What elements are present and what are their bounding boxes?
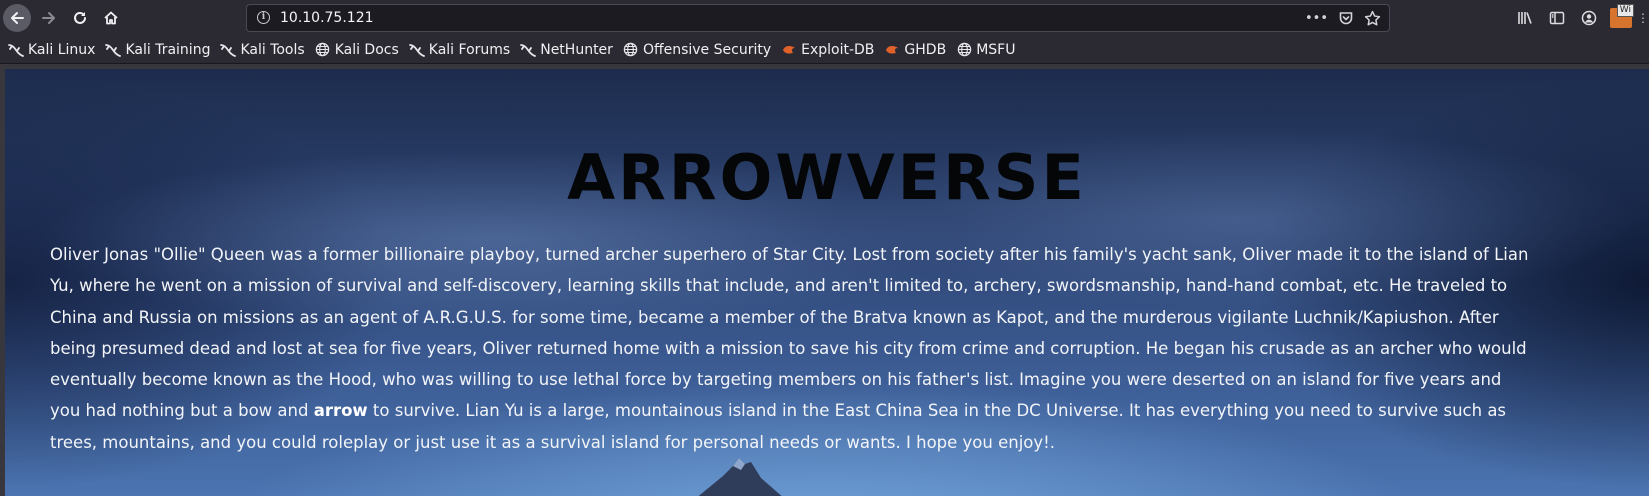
- forward-button[interactable]: [35, 4, 63, 32]
- bookmark-kali-forums[interactable]: Kali Forums: [408, 41, 511, 58]
- bookmark-offensive-security[interactable]: Offensive Security: [623, 42, 771, 58]
- globe-icon: [315, 42, 331, 58]
- bookmark-label: MSFU: [976, 41, 1016, 58]
- kali-dragon-icon: [408, 42, 425, 58]
- kali-dragon-icon: [105, 42, 122, 58]
- bookmark-label: GHDB: [904, 41, 947, 58]
- bookmark-msfu[interactable]: MSFU: [956, 42, 1015, 58]
- home-button[interactable]: [97, 4, 125, 32]
- library-icon[interactable]: [1509, 0, 1541, 36]
- bookmarks-bar: Kali Linux Kali Training Kali Tools Kali…: [0, 36, 1649, 64]
- bookmark-label: Kali Docs: [334, 41, 399, 58]
- bookmark-label: Kali Tools: [240, 41, 305, 58]
- bookmark-kali-linux[interactable]: Kali Linux: [8, 42, 95, 58]
- exploit-db-icon: [781, 42, 797, 58]
- url-bar[interactable]: i 10.10.75.121 •••: [246, 4, 1390, 32]
- pocket-icon[interactable]: [1338, 10, 1354, 26]
- page-title: ARROWVERSE: [567, 141, 1087, 214]
- arrow-left-icon: [11, 12, 24, 24]
- overflow-menu-icon[interactable]: ⋮: [1637, 0, 1649, 36]
- bookmark-label: Kali Forums: [428, 41, 511, 58]
- extension-button[interactable]: Wi: [1605, 0, 1637, 36]
- exploit-db-icon: [884, 42, 900, 58]
- bookmark-nethunter[interactable]: NetHunter: [520, 42, 613, 58]
- back-button[interactable]: [3, 4, 31, 32]
- url-actions: •••: [1305, 5, 1381, 31]
- account-icon[interactable]: [1573, 0, 1605, 36]
- wappalyzer-icon: Wi: [1610, 4, 1634, 28]
- reload-button[interactable]: [66, 4, 94, 32]
- story-text-start: Oliver Jonas "Ollie" Queen was a former …: [50, 245, 1529, 421]
- bookmark-exploit-db[interactable]: Exploit-DB: [781, 42, 874, 58]
- bookmark-label: NetHunter: [540, 41, 613, 58]
- star-icon[interactable]: [1364, 10, 1381, 27]
- browser-toolbar: i 10.10.75.121 ••• Wi ⋮: [0, 0, 1649, 36]
- bookmark-kali-tools[interactable]: Kali Tools: [220, 41, 305, 58]
- bookmark-ghdb[interactable]: GHDB: [884, 42, 946, 58]
- bookmark-kali-docs[interactable]: Kali Docs: [315, 42, 399, 58]
- story-emphasis-arrow: arrow: [313, 401, 368, 421]
- globe-icon: [956, 42, 972, 58]
- kali-dragon-icon: [220, 42, 237, 58]
- story-paragraph: Oliver Jonas "Ollie" Queen was a former …: [50, 239, 1530, 458]
- sidebar-icon[interactable]: [1541, 0, 1573, 36]
- reload-icon: [74, 11, 86, 24]
- toolbar-right: Wi ⋮: [1509, 0, 1649, 36]
- page-viewport: ARROWVERSE Oliver Jonas "Ollie" Queen wa…: [5, 69, 1649, 496]
- arrow-right-icon: [42, 12, 55, 24]
- extension-badge-label: Wi: [1616, 4, 1634, 17]
- bookmark-label: Kali Linux: [28, 41, 96, 58]
- bookmark-label: Exploit-DB: [801, 41, 875, 58]
- bookmark-kali-training[interactable]: Kali Training: [105, 42, 210, 58]
- home-icon: [104, 11, 118, 25]
- info-icon[interactable]: i: [257, 11, 270, 24]
- page-actions-menu-icon[interactable]: •••: [1305, 11, 1328, 26]
- url-text[interactable]: 10.10.75.121: [280, 5, 374, 31]
- kali-dragon-icon: [8, 42, 24, 58]
- bookmark-label: Offensive Security: [642, 41, 772, 58]
- globe-icon: [623, 42, 639, 58]
- kali-dragon-icon: [520, 42, 537, 58]
- mountain-peak-image: [698, 458, 782, 496]
- bookmark-label: Kali Training: [125, 41, 211, 58]
